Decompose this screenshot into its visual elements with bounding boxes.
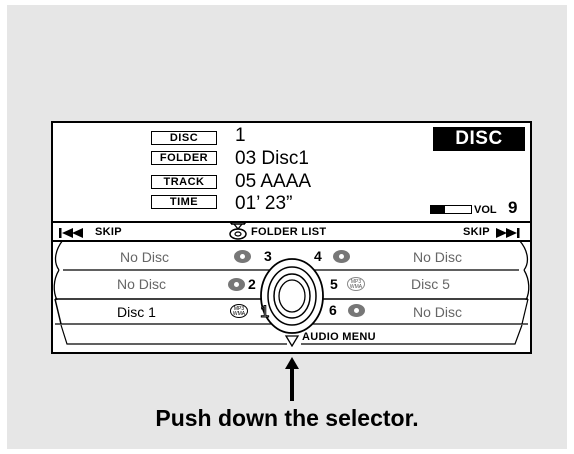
time-value: 01’ 23” (235, 193, 293, 214)
time-label: TIME (151, 195, 217, 209)
disc-number-4: 4 (314, 248, 322, 264)
disc-4-loaded-icon (333, 250, 350, 263)
disc-6-loaded-icon (348, 304, 365, 317)
disc-number-3: 3 (264, 248, 272, 264)
folder-list-icon[interactable] (228, 220, 248, 240)
volume-fill (431, 206, 445, 213)
disc-slot-3-label[interactable]: No Disc (120, 249, 169, 265)
skip-forward-label[interactable]: SKIP (463, 226, 490, 238)
mp3-wma-badge: MP3 WMA (230, 304, 248, 318)
track-value: 05 AAAA (235, 171, 312, 192)
skip-back-icon[interactable] (59, 226, 93, 238)
instruction-caption: Push down the selector. (155, 405, 419, 431)
disc-number-5: 5 (330, 276, 338, 292)
volume-value: 9 (508, 198, 518, 217)
disc-slot-2-label[interactable]: No Disc (117, 276, 166, 292)
disc-3-loaded-icon (234, 250, 251, 263)
skip-forward-icon[interactable] (496, 226, 530, 238)
disc-number-6: 6 (329, 302, 337, 318)
mp3-wma-badge: MP3 WMA (347, 277, 365, 291)
mp3-wma-text: MP3 WMA (232, 306, 246, 317)
disc-label: DISC (151, 131, 217, 145)
audio-menu-label[interactable]: AUDIO MENU (302, 331, 376, 343)
track-label: TRACK (151, 175, 217, 189)
disc-slot-1-label[interactable]: Disc 1 (117, 304, 156, 320)
volume-bar (430, 205, 472, 214)
disc-number-2: 2 (248, 276, 256, 292)
divider (51, 221, 532, 223)
disc-number-1: 1 (259, 302, 270, 322)
push-down-arrow-icon (285, 357, 299, 401)
disc-slot-5-label[interactable]: Disc 5 (411, 276, 450, 292)
disc-2-loaded-icon (228, 278, 245, 291)
volume-label: VOL (474, 204, 497, 216)
mp3-wma-text: MP3 WMA (349, 279, 363, 290)
skip-back-label[interactable]: SKIP (95, 226, 122, 238)
folder-value: 03 Disc1 (235, 148, 309, 169)
disc-slot-6-label[interactable]: No Disc (413, 304, 462, 320)
mode-badge: DISC (433, 127, 525, 151)
disc-slot-4-label[interactable]: No Disc (413, 249, 462, 265)
folder-list-label[interactable]: FOLDER LIST (251, 226, 326, 238)
folder-label: FOLDER (151, 151, 217, 165)
disc-value: 1 (235, 125, 246, 146)
